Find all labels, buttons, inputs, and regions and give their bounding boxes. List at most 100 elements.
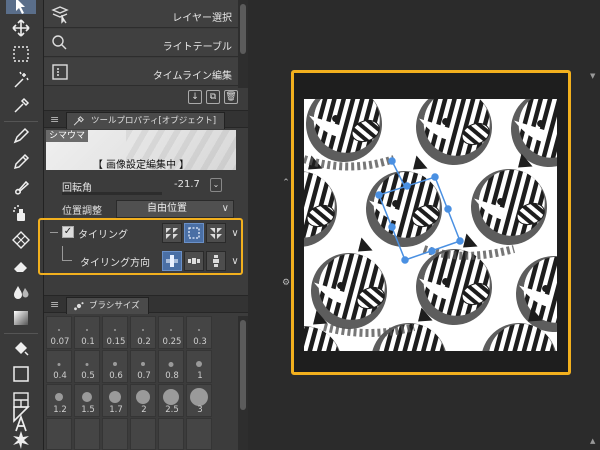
brush-size-label: 0.6 [109,371,123,381]
eyedropper-icon[interactable] [6,94,36,118]
tab-brush-size[interactable]: ブラシサイズ [66,297,149,314]
brush-size-label: 0.15 [106,337,126,347]
select-arrow-icon[interactable] [6,0,36,14]
chevron-up-icon[interactable]: ▲ [590,437,598,447]
brush-size-cell[interactable]: 0.3 [186,316,212,349]
brush-size-cell[interactable]: 0.15 [102,316,128,349]
import-icon[interactable]: ↓ [188,90,202,104]
brush-dot [141,362,145,366]
rotation-value[interactable]: -21.7 [174,179,200,190]
brush-size-label: 1.5 [81,405,95,415]
brush-size-cell[interactable]: 0.6 [102,350,128,383]
toolbar-divider [4,121,38,122]
tab-label: ブラシサイズ [89,301,140,311]
canvas-area[interactable] [291,70,571,375]
tool-preview: シマウマ 【 画像設定編集中 】 [46,130,236,171]
brush-dot [170,329,172,331]
brush-size-cell[interactable]: 0.4 [46,350,72,383]
brush-size-cell[interactable] [74,418,100,450]
brush-size-label: 0.5 [81,371,95,381]
brush-size-cell[interactable]: 2 [130,384,156,417]
preview-status: 【 画像設定編集中 】 [92,160,190,171]
brush-size-cell[interactable]: 0.07 [46,316,72,349]
menu-item-label: タイムライン編集 [152,71,232,82]
light-table-icon [50,33,70,53]
brush-size-label: 0.4 [53,371,67,381]
brush-size-cell[interactable]: 1.7 [102,384,128,417]
brush-size-cell[interactable] [102,418,128,450]
brush-dot [198,329,200,331]
tab-tool-property[interactable]: ツールプロパティ[オブジェクト] [66,112,226,129]
menu-item-layer-select[interactable]: レイヤー選択 [44,0,238,28]
position-select-value: 自由位置 [147,203,187,214]
panel-action-buttons: ↓ ⧉ 🗑 [188,90,238,106]
brush-dot [168,362,174,367]
move-icon[interactable] [6,16,36,40]
brush-size-cell[interactable]: 0.25 [158,316,184,349]
brush-size-cell[interactable]: 3 [186,384,212,417]
tiling-highlight [38,218,243,275]
brush-size-label: 0.8 [165,371,179,381]
scrollbar-thumb[interactable] [240,320,246,410]
position-select[interactable]: 自由位置 ∨ [116,200,234,218]
figure-icon[interactable] [6,362,36,386]
rotation-row: 回転角 -21.7 ⌄ [44,176,238,196]
trash-icon[interactable]: 🗑 [224,90,238,104]
eraser-icon[interactable] [6,254,36,278]
brush-size-cell[interactable] [158,418,184,450]
rotation-spinner[interactable]: ⌄ [210,178,222,192]
balloon-icon[interactable] [6,428,36,450]
duplicate-icon[interactable]: ⧉ [206,90,220,104]
brush-dot [114,329,116,331]
brush-size-label: 3 [197,405,203,415]
gradient-icon[interactable] [6,306,36,330]
brush-size-cell[interactable]: 0.8 [158,350,184,383]
brush-size-cell[interactable]: 0.7 [130,350,156,383]
timeline-icon [50,62,70,82]
brush-dot [196,361,202,367]
rect-selection-icon[interactable] [6,42,36,66]
tiled-zebra-artwork[interactable] [304,99,557,351]
brush-scrollbar[interactable] [238,316,248,450]
pen-icon[interactable] [6,124,36,148]
brush-size-cell[interactable]: 1.2 [46,384,72,417]
menu-item-timeline[interactable]: タイムライン編集 [44,58,238,86]
brush-dot [163,389,179,405]
brush-size-cell[interactable]: 0.5 [74,350,100,383]
toolbar-divider [4,333,38,334]
brush-size-cell[interactable] [186,418,212,450]
brush-size-label: 1.7 [109,405,123,415]
layer-select-icon [50,4,70,24]
chevron-down-icon[interactable]: ▼ [590,72,598,82]
brush-size-cell[interactable]: 1.5 [74,384,100,417]
panel-menu-icon[interactable]: ≡ [50,113,59,126]
brush-size-label: 0.7 [137,371,151,381]
brush-size-cell[interactable]: 1 [186,350,212,383]
pencil-icon[interactable] [6,150,36,174]
brush-dot [86,329,88,331]
preview-name: シマウマ [46,130,89,142]
menu-item-light-table[interactable]: ライトテーブル [44,29,238,57]
fill-icon[interactable] [6,336,36,360]
blend-icon[interactable] [6,280,36,304]
brush-size-label: 0.07 [50,337,70,347]
brush-icon[interactable] [6,176,36,200]
brush-dot [85,363,89,366]
brush-dot [109,391,121,403]
menu-scrollbar[interactable] [238,0,248,88]
brush-dot [58,329,60,331]
scrollbar-thumb[interactable] [240,4,246,54]
brush-dot [57,363,61,366]
brush-size-cell[interactable] [46,418,72,450]
brush-size-cell[interactable]: 2.5 [158,384,184,417]
panel-menu-icon[interactable]: ≡ [50,298,59,311]
brush-size-cell[interactable]: 0.1 [74,316,100,349]
brush-size-cell[interactable] [130,418,156,450]
airbrush-icon[interactable] [6,202,36,226]
rotation-slider[interactable] [62,192,162,195]
decoration-icon[interactable] [6,228,36,252]
position-label: 位置調整 [62,206,102,217]
brush-size-label: 0.1 [81,337,95,347]
brush-size-cell[interactable]: 0.2 [130,316,156,349]
magic-wand-icon[interactable] [6,68,36,92]
